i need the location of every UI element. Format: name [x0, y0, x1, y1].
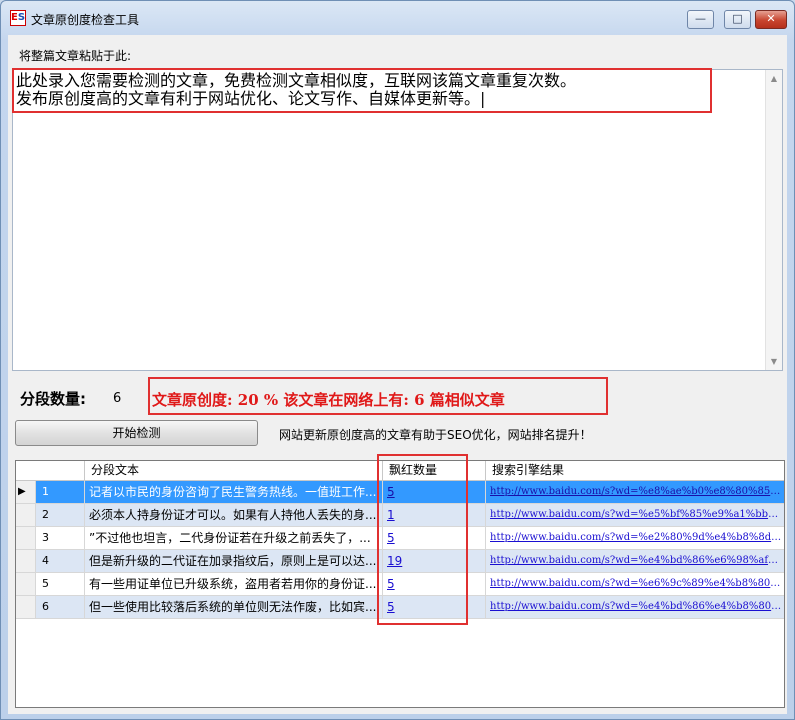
article-textarea[interactable]: 此处录入您需要检测的文章，免费检测文章相似度，互联网该篇文章重复次数。 发布原创… — [12, 69, 783, 371]
segment-count-label: 分段数量: — [20, 390, 86, 408]
scroll-up-icon[interactable]: ▲ — [769, 74, 779, 83]
title-bar[interactable]: ES 文章原创度检查工具 — □ ✕ — [1, 1, 794, 35]
segment-text-cell[interactable]: 有一些用证单位已升级系统，盗用者若用你的身份证... — [85, 573, 383, 596]
segment-text-cell[interactable]: 但一些使用比较落后系统的单位则无法作废，比如宾... — [85, 596, 383, 619]
search-result-link[interactable]: http://www.baidu.com/s?wd=%e6%9c%89%e4%b… — [490, 573, 784, 595]
row-indicator[interactable] — [16, 573, 36, 596]
segment-text-cell[interactable]: ”不过他也坦言，二代身份证若在升级之前丢失了，... — [85, 527, 383, 550]
row-indicator[interactable] — [16, 527, 36, 550]
close-button[interactable]: ✕ — [755, 10, 787, 29]
originality-result: 文章原创度: 20 % 该文章在网络上有: 6 篇相似文章 — [152, 391, 505, 409]
search-result-cell[interactable]: http://www.baidu.com/s?wd=%e2%80%9d%e4%b… — [486, 527, 784, 550]
search-result-cell[interactable]: http://www.baidu.com/s?wd=%e4%bd%86%e4%b… — [486, 596, 784, 619]
segment-count-value: 6 — [113, 391, 122, 406]
annotation-box-count — [377, 454, 468, 625]
segment-text: 有一些用证单位已升级系统，盗用者若用你的身份证... — [89, 577, 377, 591]
segment-text: 必须本人持身份证才可以。如果有人持他人丢失的身... — [89, 508, 377, 522]
search-result-cell[interactable]: http://www.baidu.com/s?wd=%e5%bf%85%e9%a… — [486, 504, 784, 527]
search-result-link[interactable]: http://www.baidu.com/s?wd=%e4%bd%86%e4%b… — [490, 596, 784, 618]
search-result-cell[interactable]: http://www.baidu.com/s?wd=%e6%9c%89%e4%b… — [486, 573, 784, 596]
window-title: 文章原创度检查工具 — [31, 13, 140, 27]
app-window: ES 文章原创度检查工具 — □ ✕ 将整篇文章粘贴于此: 此处录入您需要检测的… — [0, 0, 795, 720]
segment-text: 但是新升级的二代证在加录指纹后，原则上是可以达... — [89, 554, 377, 568]
search-result-cell[interactable]: http://www.baidu.com/s?wd=%e4%bd%86%e6%9… — [486, 550, 784, 573]
search-result-link[interactable]: http://www.baidu.com/s?wd=%e8%ae%b0%e8%8… — [490, 481, 784, 503]
header-corner — [16, 461, 85, 481]
paste-label: 将整篇文章粘贴于此: — [19, 49, 132, 63]
header-search-results[interactable]: 搜索引擎结果 — [486, 461, 784, 481]
row-indicator[interactable] — [16, 596, 36, 619]
segment-text-cell[interactable]: 但是新升级的二代证在加录指纹后，原则上是可以达... — [85, 550, 383, 573]
search-result-link[interactable]: http://www.baidu.com/s?wd=%e2%80%9d%e4%b… — [490, 527, 784, 549]
annotation-box-input — [12, 68, 712, 113]
textarea-scrollbar[interactable]: ▲ ▼ — [765, 70, 782, 370]
minimize-button[interactable]: — — [687, 10, 714, 29]
segment-text-cell[interactable]: 记者以市民的身份咨询了民生警务热线。一值班工作... — [85, 481, 383, 504]
client-area: 将整篇文章粘贴于此: 此处录入您需要检测的文章，免费检测文章相似度，互联网该篇文… — [8, 35, 787, 714]
scroll-down-icon[interactable]: ▼ — [769, 357, 779, 366]
row-number: 3 — [36, 527, 85, 550]
row-number: 2 — [36, 504, 85, 527]
header-segment-text[interactable]: 分段文本 — [85, 461, 383, 481]
row-indicator[interactable] — [16, 550, 36, 573]
search-result-link[interactable]: http://www.baidu.com/s?wd=%e4%bd%86%e6%9… — [490, 550, 784, 572]
segment-text-cell[interactable]: 必须本人持身份证才可以。如果有人持他人丢失的身... — [85, 504, 383, 527]
row-number: 6 — [36, 596, 85, 619]
maximize-button[interactable]: □ — [724, 10, 751, 29]
start-check-button[interactable]: 开始检测 — [15, 420, 258, 446]
search-result-cell[interactable]: http://www.baidu.com/s?wd=%e8%ae%b0%e8%8… — [486, 481, 784, 504]
row-indicator[interactable] — [16, 504, 36, 527]
row-number: 4 — [36, 550, 85, 573]
segment-text: ”不过他也坦言，二代身份证若在升级之前丢失了，... — [89, 531, 371, 545]
promo-text: 网站更新原创度高的文章有助于SEO优化，网站排名提升！ — [279, 428, 592, 442]
segment-text: 记者以市民的身份咨询了民生警务热线。一值班工作... — [89, 485, 377, 499]
app-logo-icon: ES — [10, 10, 26, 26]
search-result-link[interactable]: http://www.baidu.com/s?wd=%e5%bf%85%e9%a… — [490, 504, 784, 526]
row-indicator[interactable]: ▶ — [16, 481, 36, 504]
row-number: 5 — [36, 573, 85, 596]
row-number: 1 — [36, 481, 85, 504]
segment-text: 但一些使用比较落后系统的单位则无法作废，比如宾... — [89, 600, 377, 614]
